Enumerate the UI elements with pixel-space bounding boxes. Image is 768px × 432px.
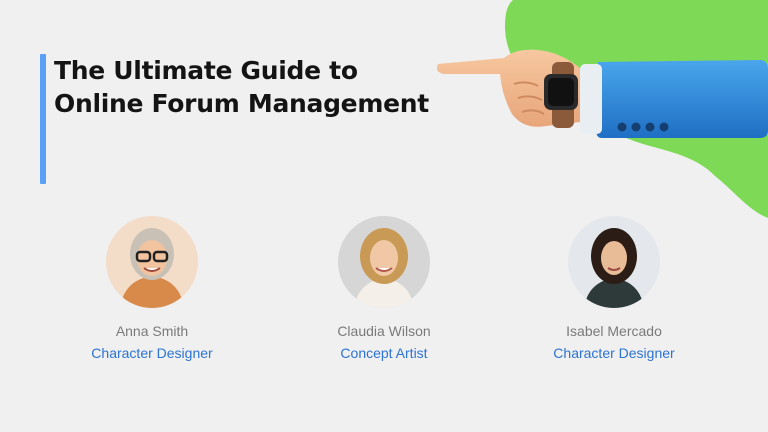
person-photo-icon	[568, 216, 660, 308]
avatar	[106, 216, 198, 308]
avatar	[338, 216, 430, 308]
avatar	[568, 216, 660, 308]
title-line-1: The Ultimate Guide to	[54, 56, 358, 85]
member-name: Isabel Mercado	[566, 323, 662, 339]
person-photo-icon	[106, 216, 198, 308]
title-accent-bar	[40, 54, 46, 184]
member-name: Anna Smith	[115, 323, 189, 339]
page-title: The Ultimate Guide to Online Forum Manag…	[54, 54, 429, 120]
member-role: Character Designer	[91, 345, 213, 361]
title-line-2: Online Forum Management	[54, 89, 429, 118]
pointing-hand-icon	[436, 49, 768, 138]
team-member-card: Claudia Wilson Concept Artist	[284, 216, 484, 362]
person-photo-icon	[338, 216, 430, 308]
team-member-card: Isabel Mercado Character Designer	[514, 216, 714, 362]
member-name: Claudia Wilson	[337, 323, 431, 339]
member-role: Concept Artist	[340, 345, 428, 361]
member-role: Character Designer	[553, 345, 675, 361]
team-member-card: Anna Smith Character Designer	[52, 216, 252, 362]
